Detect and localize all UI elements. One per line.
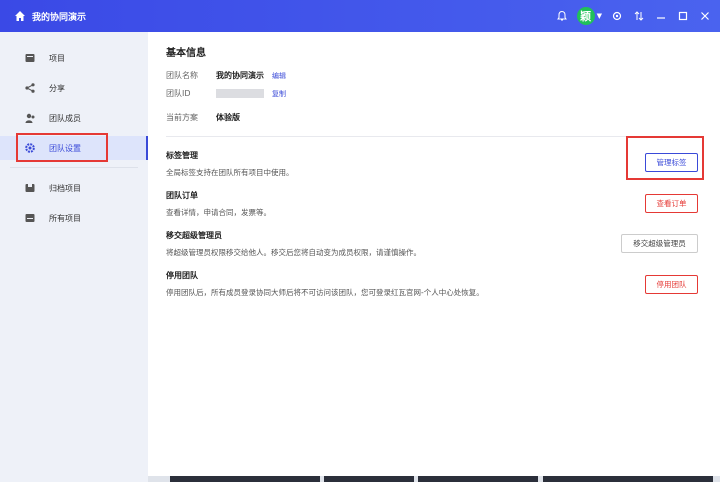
section-desc: 将超级管理员权限移交给他人。移交后您将自动变为成员权限，请谨慎操作。 [166, 248, 421, 257]
title-bar: 我的协同演示 颖 ▼ [0, 0, 720, 32]
plan-label: 当前方案 [166, 113, 198, 122]
minimize-icon[interactable] [654, 9, 668, 23]
taskbar-item[interactable] [170, 476, 320, 482]
section-desc: 全局标签支持在团队所有项目中使用。 [166, 168, 294, 177]
section-title: 团队订单 [166, 191, 198, 200]
sidebar-divider [10, 167, 138, 168]
view-orders-button[interactable]: 查看订单 [645, 194, 698, 213]
transfer-admin-button[interactable]: 移交超级管理员 [621, 234, 698, 253]
share-icon [24, 82, 36, 94]
sidebar-item-label: 项目 [49, 53, 65, 63]
taskbar-item[interactable] [543, 476, 713, 482]
sidebar-item-label: 分享 [49, 83, 65, 93]
section-team-orders: 团队订单 查看详情，申请合同，发票等。 [166, 190, 271, 218]
manage-tags-button[interactable]: 管理标签 [645, 153, 698, 172]
sidebar-item-projects[interactable]: 项目 [0, 46, 148, 70]
avatar[interactable]: 颖 [576, 7, 595, 25]
archive-icon [24, 182, 36, 194]
all-projects-icon [24, 212, 36, 224]
team-id-value-masked [216, 89, 264, 98]
taskbar-item[interactable] [324, 476, 414, 482]
maximize-icon[interactable] [676, 9, 690, 23]
team-name-label: 团队名称 [166, 71, 198, 80]
team-name-value: 我的协同演示 [216, 71, 264, 80]
page-title: 基本信息 [166, 48, 206, 59]
copy-link[interactable]: 复制 [272, 89, 286, 99]
gear-icon [24, 142, 36, 154]
team-id-row: 团队ID 复制 [166, 88, 286, 99]
sidebar-item-share[interactable]: 分享 [0, 76, 148, 100]
sidebar-item-label: 团队成员 [49, 113, 81, 123]
bell-icon[interactable] [555, 9, 569, 23]
team-members-icon [24, 112, 36, 124]
sidebar-item-label: 归档项目 [49, 183, 81, 193]
app-title: 我的协同演示 [32, 12, 87, 23]
team-name-row: 团队名称 我的协同演示 编辑 [166, 70, 286, 81]
section-title: 停用团队 [166, 271, 198, 280]
section-deactivate-team: 停用团队 停用团队后，所有成员登录协同大师后将不可访问该团队，您可登录红瓦官网-… [166, 270, 484, 298]
sidebar-item-team-settings[interactable]: 团队设置 [0, 136, 148, 160]
section-divider [166, 136, 704, 137]
section-title: 标签管理 [166, 151, 198, 160]
sort-icon[interactable] [632, 9, 646, 23]
home-icon[interactable] [14, 10, 26, 22]
plan-row: 当前方案 体验版 [166, 112, 240, 123]
settings-icon[interactable] [610, 9, 624, 23]
sidebar-item-team-members[interactable]: 团队成员 [0, 106, 148, 130]
team-id-label: 团队ID [166, 89, 191, 98]
plan-value: 体验版 [216, 113, 240, 122]
deactivate-team-button[interactable]: 停用团队 [645, 275, 698, 294]
taskbar-item[interactable] [418, 476, 538, 482]
section-tag-management: 标签管理 全局标签支持在团队所有项目中使用。 [166, 150, 294, 178]
edit-link[interactable]: 编辑 [272, 71, 286, 81]
section-transfer-admin: 移交超级管理员 将超级管理员权限移交给他人。移交后您将自动变为成员权限，请谨慎操… [166, 230, 421, 258]
section-desc: 停用团队后，所有成员登录协同大师后将不可访问该团队，您可登录红瓦官网-个人中心处… [166, 288, 484, 297]
section-desc: 查看详情，申请合同，发票等。 [166, 208, 271, 217]
close-icon[interactable] [698, 9, 712, 23]
main-panel: 基本信息 团队名称 我的协同演示 编辑 团队ID 复制 当前方案 体验版 标签管… [148, 32, 720, 482]
taskbar [148, 476, 720, 482]
sidebar: 项目 分享 团队成员 团队设置 归档项目 所有项目 [0, 32, 148, 482]
sidebar-item-label: 所有项目 [49, 213, 81, 223]
section-title: 移交超级管理员 [166, 231, 222, 240]
sidebar-item-all-projects[interactable]: 所有项目 [0, 206, 148, 230]
sidebar-item-archived-projects[interactable]: 归档项目 [0, 176, 148, 200]
project-icon [24, 52, 36, 64]
chevron-down-icon[interactable]: ▼ [597, 12, 602, 20]
sidebar-item-label: 团队设置 [49, 143, 81, 153]
